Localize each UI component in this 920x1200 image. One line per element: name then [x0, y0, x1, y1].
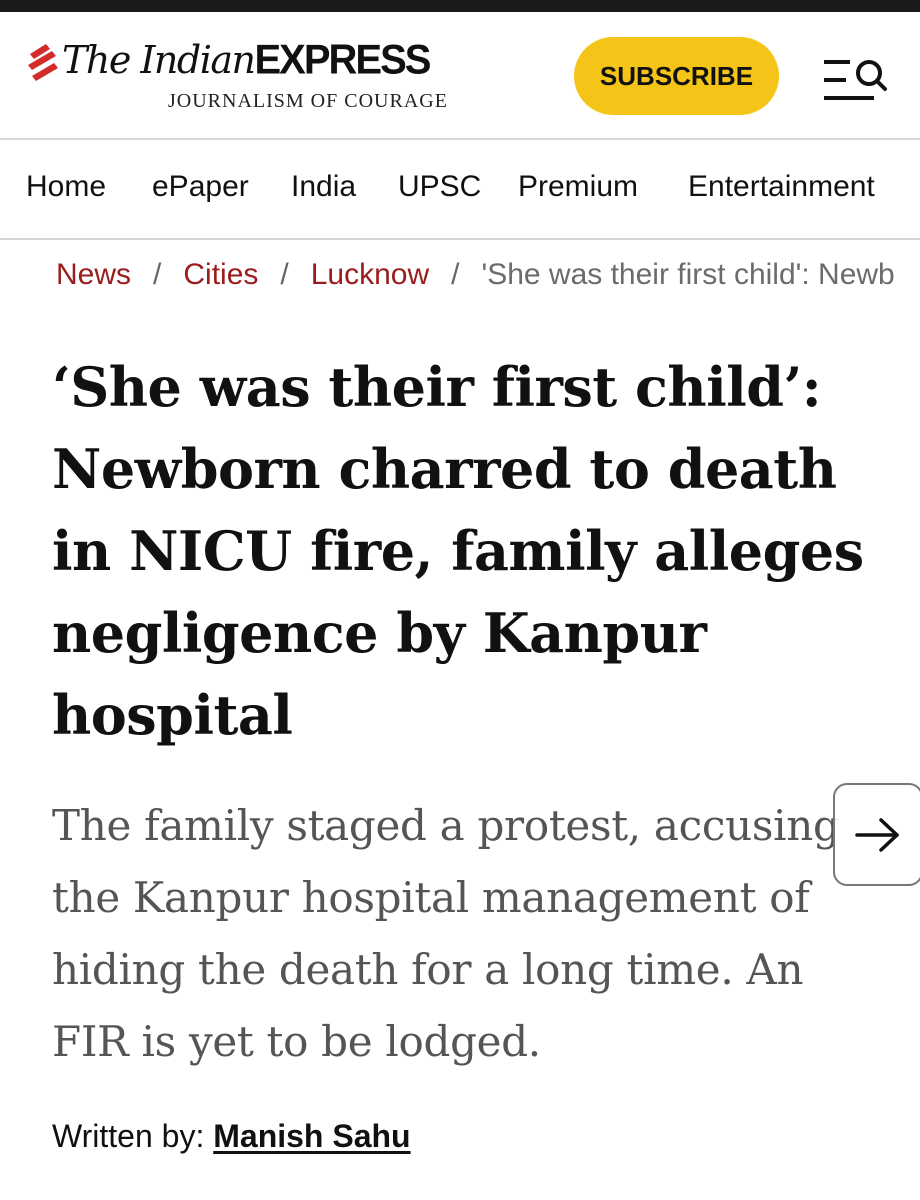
arrow-right-icon [855, 817, 899, 852]
nav-item-premium[interactable]: Premium [518, 170, 638, 204]
top-status-bar [0, 0, 920, 12]
breadcrumb-current: 'She was their first child': Newborn cha… [481, 258, 896, 291]
nav-item-epaper[interactable]: ePaper [152, 170, 249, 204]
subscribe-button[interactable]: SUBSCRIBE [574, 37, 779, 115]
site-header: The IndianEXPRESS JOURNALISM OF COURAGE … [0, 12, 920, 140]
logo-tagline: JOURNALISM OF COURAGE [168, 90, 448, 112]
breadcrumb-link-news[interactable]: News [56, 258, 131, 291]
hamburger-menu-icon [824, 60, 874, 100]
logo-mark-icon [28, 44, 58, 81]
next-article-button[interactable] [833, 783, 920, 886]
search-icon [856, 60, 887, 91]
nav-item-india[interactable]: India [291, 170, 356, 204]
breadcrumb-link-lucknow[interactable]: Lucknow [311, 258, 429, 291]
nav-item-entertainment[interactable]: Entertainment [688, 170, 875, 204]
article-headline: ‘She was their first child’: Newborn cha… [52, 355, 864, 747]
nav-item-upsc[interactable]: UPSC [398, 170, 481, 204]
menu-search-button[interactable] [822, 56, 888, 108]
breadcrumb-link-cities[interactable]: Cities [183, 258, 258, 291]
author-link[interactable]: Manish Sahu [213, 1118, 410, 1154]
byline-prefix: Written by: [52, 1118, 205, 1154]
logo-name-suffix: EXPRESS [254, 36, 431, 84]
site-logo[interactable]: The IndianEXPRESS JOURNALISM OF COURAGE [26, 36, 448, 126]
breadcrumb-separator: / [451, 258, 460, 291]
breadcrumb-separator: / [153, 258, 162, 291]
logo-wordmark: The IndianEXPRESS [62, 36, 431, 93]
logo-name-prefix: The Indian [62, 38, 256, 82]
nav-item-home[interactable]: Home [26, 170, 106, 204]
article-byline: Written by: Manish Sahu [52, 1118, 411, 1155]
main-nav: Home ePaper India UPSC Premium Entertain… [0, 140, 920, 240]
breadcrumb-separator: / [280, 258, 289, 291]
breadcrumb: News / Cities / Lucknow / 'She was their first… [56, 258, 896, 302]
article-summary: The family staged a protest, accusing th… [52, 801, 840, 1066]
